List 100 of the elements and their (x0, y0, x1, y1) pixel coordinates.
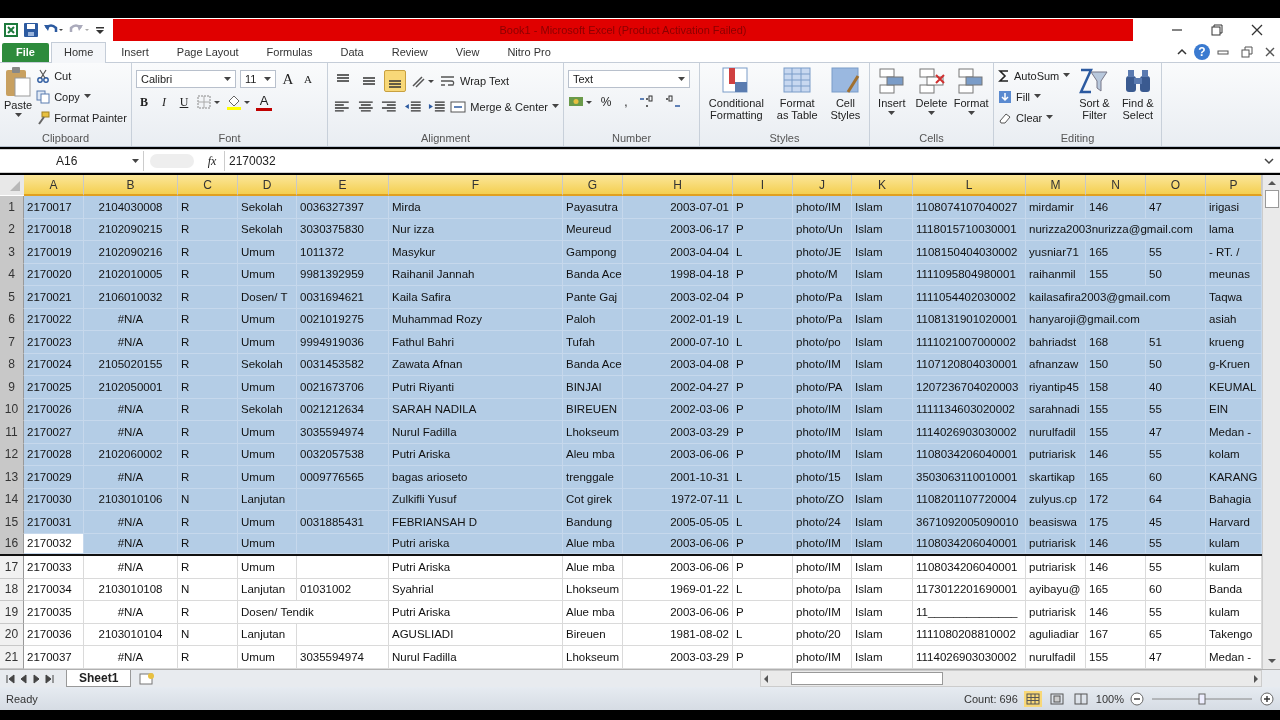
fill-color-icon[interactable] (226, 94, 252, 110)
ribbon-tab[interactable]: Insert (108, 42, 162, 62)
row-header[interactable]: 1 (0, 196, 24, 219)
clear-button[interactable]: Clear (998, 108, 1071, 127)
cell-styles-button[interactable]: Cell Styles (825, 66, 865, 132)
page-layout-icon[interactable] (1047, 690, 1066, 707)
align-left-icon[interactable] (332, 98, 352, 115)
save-icon[interactable] (23, 22, 39, 38)
row-header[interactable]: 11 (0, 421, 24, 444)
font-size-field[interactable]: 11 (240, 70, 276, 88)
wrap-text-button[interactable]: Wrap Text (440, 71, 510, 91)
formula-field[interactable]: 2170032 (224, 151, 1262, 171)
cut-button[interactable]: Cut (36, 66, 127, 85)
row-header[interactable]: 21 (0, 646, 24, 669)
close-icon[interactable] (1250, 23, 1264, 37)
underline-button[interactable]: U (176, 93, 192, 111)
row-header[interactable]: 4 (0, 263, 24, 286)
column-header[interactable]: M (1026, 175, 1086, 196)
vertical-align-icon[interactable] (384, 70, 406, 92)
conditional-formatting-button[interactable]: Conditional Formatting (704, 66, 769, 132)
column-header[interactable]: I (733, 175, 793, 196)
text-orientation-icon[interactable] (410, 73, 436, 89)
borders-icon[interactable] (196, 94, 222, 110)
format-as-table-button[interactable]: Format as Table (772, 66, 822, 132)
insert-function-button[interactable]: fx (200, 153, 224, 169)
column-header[interactable]: E (297, 175, 389, 196)
sheet-tab[interactable]: Sheet1 (66, 670, 132, 687)
row-header[interactable]: 8 (0, 353, 24, 376)
ribbon-tab[interactable]: View (442, 42, 493, 62)
column-header[interactable]: J (793, 175, 852, 196)
row-header[interactable]: 15 (0, 511, 24, 534)
font-name-field[interactable]: Calibri (136, 70, 236, 88)
ribbon-tab[interactable]: Data (327, 42, 377, 62)
column-header[interactable]: D (238, 175, 297, 196)
column-header[interactable]: K (852, 175, 913, 196)
italic-button[interactable]: I (156, 93, 172, 111)
normal-view-icon[interactable] (1023, 690, 1042, 707)
restore-icon[interactable] (1210, 23, 1224, 37)
bold-button[interactable]: B (136, 93, 152, 111)
format-button[interactable]: Format (953, 66, 989, 132)
scroll-thumb[interactable] (1264, 190, 1279, 208)
column-header[interactable]: F (389, 175, 563, 196)
close-icon[interactable] (1264, 46, 1276, 58)
row-header[interactable]: 6 (0, 308, 24, 331)
column-header[interactable]: P (1206, 175, 1262, 196)
row-header[interactable]: 7 (0, 331, 24, 354)
ribbon-tab[interactable]: Review (378, 42, 441, 62)
number-format-field[interactable]: Text (568, 70, 690, 88)
ribbon-tab[interactable]: Page Layout (163, 42, 252, 62)
name-box[interactable]: A16 (0, 151, 144, 171)
row-header[interactable]: 16 (0, 533, 24, 554)
row-header[interactable]: 17 (0, 556, 24, 579)
scroll-thumb[interactable] (791, 672, 943, 685)
column-header[interactable]: N (1086, 175, 1146, 196)
column-header[interactable]: H (623, 175, 733, 196)
row-header[interactable]: 19 (0, 601, 24, 624)
copy-button[interactable]: Copy (36, 87, 127, 106)
restore-icon[interactable] (1240, 46, 1254, 58)
row-header[interactable]: 12 (0, 443, 24, 466)
scroll-right-icon[interactable] (1251, 672, 1261, 685)
help-button[interactable]: ? (1194, 44, 1210, 60)
column-header[interactable]: A (24, 175, 84, 196)
row-header[interactable]: 10 (0, 398, 24, 421)
zoom-in-icon[interactable] (1260, 691, 1274, 706)
row-header[interactable]: 18 (0, 578, 24, 601)
vertical-scrollbar[interactable] (1262, 175, 1280, 669)
row-header[interactable]: 13 (0, 466, 24, 489)
merge-center-button[interactable]: Merge & Center (450, 97, 559, 116)
autosum-button[interactable]: AutoSum (998, 66, 1071, 85)
paste-button[interactable]: Paste (4, 66, 33, 132)
increase-indent-icon[interactable] (426, 98, 447, 115)
row-header[interactable]: 3 (0, 241, 24, 264)
row-header[interactable]: 9 (0, 376, 24, 399)
comma-button[interactable]: , (618, 93, 634, 111)
zoom-out-icon[interactable] (1130, 691, 1144, 706)
ribbon-tab[interactable]: Nitro Pro (494, 42, 564, 62)
row-header[interactable]: 14 (0, 488, 24, 511)
font-color-button[interactable]: A (256, 93, 272, 111)
find-select-button[interactable]: Find & Select (1118, 66, 1157, 132)
column-header[interactable]: O (1146, 175, 1206, 196)
ribbon-tab[interactable]: Formulas (253, 42, 326, 62)
column-header[interactable]: G (563, 175, 623, 196)
insert-button[interactable]: Insert (874, 66, 910, 132)
row-header[interactable]: 5 (0, 286, 24, 309)
zoom-slider[interactable] (1150, 691, 1254, 706)
ribbon-tab[interactable]: Home (50, 42, 107, 63)
column-header[interactable]: L (913, 175, 1026, 196)
column-header[interactable]: C (178, 175, 238, 196)
fill-button[interactable]: Fill (998, 87, 1071, 106)
grow-font-button[interactable]: A (280, 70, 296, 88)
page-break-icon[interactable] (1071, 690, 1090, 707)
delete-button[interactable]: Delete (913, 66, 950, 132)
row-header[interactable]: 2 (0, 218, 24, 241)
shrink-font-button[interactable]: A (300, 70, 316, 88)
file-tab[interactable]: File (2, 43, 49, 62)
column-header[interactable]: B (84, 175, 178, 196)
percent-button[interactable]: % (598, 93, 614, 111)
align-right-icon[interactable] (379, 98, 399, 115)
decrease-indent-icon[interactable] (403, 98, 423, 115)
row-header[interactable]: 20 (0, 623, 24, 646)
